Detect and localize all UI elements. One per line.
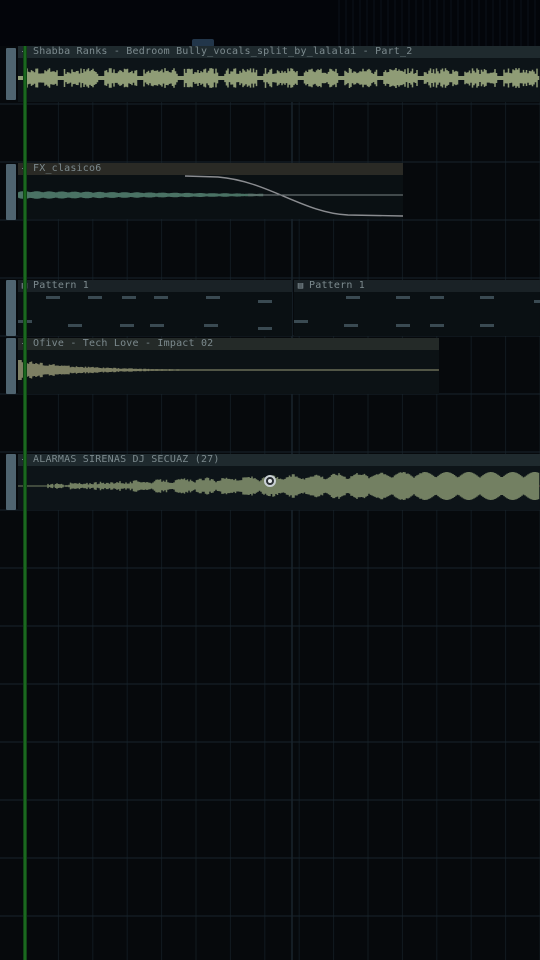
clip-title: Shabba Ranks - Bedroom Bully_vocals_spli… [33,46,413,57]
track-handle-4[interactable] [6,338,16,394]
pattern-notes [18,296,272,330]
pattern-note [344,324,358,327]
clip-title: FX_clasico6 [33,163,102,174]
toolbar-stripes [338,0,540,46]
audio-clip-fx[interactable]: ⇥ FX_clasico6 [18,163,403,219]
clip-header[interactable]: ▤ Pattern 1 [294,280,540,292]
pattern-note [154,296,168,299]
clip-header[interactable]: ⇥ Shabba Ranks - Bedroom Bully_vocals_sp… [18,46,540,58]
track-handle-1[interactable] [6,48,16,100]
track-handles [0,46,18,960]
pattern-notes [294,296,540,327]
waveform-path [18,360,439,380]
track-handle-5[interactable] [6,454,16,510]
pattern-note [430,324,444,327]
pattern-note [294,320,308,323]
audio-clip-vocals[interactable]: ⇥ Shabba Ranks - Bedroom Bully_vocals_sp… [18,46,540,102]
clip-title: Pattern 1 [33,280,89,291]
pattern-note [534,300,540,303]
pattern-note [68,324,82,327]
pattern-note [480,324,494,327]
pattern-clip-icon: ▤ [297,281,304,291]
waveform [18,472,540,500]
playhead-line [23,46,27,960]
pattern-note [206,296,220,299]
waveform-path [18,472,540,500]
mouse-cursor-icon [264,475,276,487]
waveform [18,360,439,380]
pattern-note [46,296,60,299]
clip-title: ALARMAS SIRENAS DJ SECUAZ (27) [33,454,220,465]
pattern-note [88,296,102,299]
waveform-path [18,68,540,88]
track-handle-2[interactable] [6,164,16,220]
pattern-note [150,324,164,327]
clip-header[interactable]: ⇥ Ofive - Tech Love - Impact 02 [18,338,439,350]
audio-clip-impact[interactable]: ⇥ Ofive - Tech Love - Impact 02 [18,338,439,394]
pattern-note [204,324,218,327]
pattern-note [120,324,134,327]
track-handle-3[interactable] [6,280,16,336]
pattern-note [258,327,272,330]
pattern-note [346,296,360,299]
pattern-note [396,296,410,299]
clip-title: Ofive - Tech Love - Impact 02 [33,338,214,349]
clip-title: Pattern 1 [309,280,365,291]
pattern-note [430,296,444,299]
pattern-note [396,324,410,327]
waveform [18,68,540,88]
pattern-note [480,296,494,299]
playlist-area[interactable]: ⇥ Shabba Ranks - Bedroom Bully_vocals_sp… [0,46,540,960]
pattern-note [122,296,136,299]
clip-header[interactable]: ▤ Pattern 1 [18,280,292,292]
pattern-clip-1[interactable]: ▤ Pattern 1 [18,280,292,336]
pattern-clip-2[interactable]: ▤ Pattern 1 [294,280,540,336]
playlist-toolbar [0,0,540,47]
automation-curve [184,175,403,217]
pattern-note [258,300,272,303]
clip-header[interactable]: ⇥ FX_clasico6 [18,163,403,175]
audio-clip-alarm[interactable]: ⇥ ALARMAS SIRENAS DJ SECUAZ (27) [18,454,540,510]
clip-header[interactable]: ⇥ ALARMAS SIRENAS DJ SECUAZ (27) [18,454,540,466]
